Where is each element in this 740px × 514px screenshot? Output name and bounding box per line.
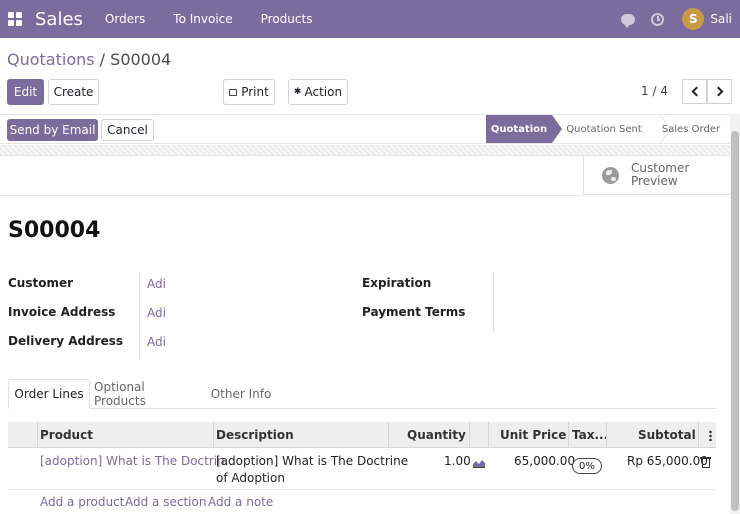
record-title: S00004: [8, 218, 101, 243]
row-product[interactable]: [adoption] What is The Doctrin...: [40, 454, 236, 468]
stage-separator: [646, 115, 656, 143]
avatar[interactable]: S: [682, 8, 705, 30]
expiration-label: Expiration: [362, 276, 432, 290]
row-quantity[interactable]: 1.00: [444, 454, 471, 468]
customer-label: Customer: [8, 276, 74, 290]
navbar-systray: S Sali: [621, 0, 740, 38]
column-separator: [488, 422, 489, 448]
forecast-chart-icon[interactable]: [473, 459, 485, 468]
sheet-background: [0, 145, 730, 155]
pager-value[interactable]: 1 / 4: [641, 84, 668, 98]
stage-quotation-sent[interactable]: Quotation Sent: [562, 115, 646, 143]
column-separator: [213, 422, 214, 448]
optional-columns-icon[interactable]: [709, 430, 712, 441]
menu-to-invoice[interactable]: To Invoice: [173, 12, 232, 26]
payment-terms-label: Payment Terms: [362, 305, 466, 319]
cancel-button[interactable]: Cancel: [101, 119, 154, 141]
column-separator: [388, 422, 389, 448]
field-divider: [139, 272, 140, 360]
create-button[interactable]: Create: [48, 79, 99, 105]
stage-quotation[interactable]: Quotation: [486, 115, 562, 143]
row-description-line-1[interactable]: [adoption] What is The Doctrine: [216, 454, 408, 468]
table-header: Product Description Quantity Unit Price …: [8, 422, 716, 448]
gear-icon: ✱: [293, 87, 302, 97]
column-separator: [698, 422, 699, 448]
column-taxes[interactable]: Tax...: [572, 422, 608, 448]
column-quantity[interactable]: Quantity: [407, 422, 466, 448]
column-subtotal[interactable]: Subtotal: [638, 422, 696, 448]
menu-products[interactable]: Products: [261, 12, 313, 26]
action-label: Action: [304, 85, 343, 99]
divider: [0, 195, 583, 196]
print-icon: [229, 88, 238, 96]
delivery-address-value[interactable]: Adi: [147, 335, 166, 349]
breadcrumb: Quotations / S00004: [7, 50, 171, 69]
breadcrumb-separator: /: [94, 50, 111, 69]
chevron-left-icon: [691, 86, 701, 97]
user-name[interactable]: Sali: [710, 12, 732, 26]
table-row[interactable]: [adoption] What is The Doctrin... [adopt…: [8, 448, 716, 490]
notebook-tabs: Order Lines Optional Products Other Info: [8, 379, 716, 409]
breadcrumb-current: S00004: [110, 50, 172, 69]
app-title[interactable]: Sales: [35, 9, 83, 30]
add-line-row: Add a product Add a section Add a note: [8, 491, 716, 514]
trash-icon[interactable]: [700, 457, 711, 468]
apps-menu-icon[interactable]: [8, 12, 22, 26]
globe-icon: [602, 166, 619, 184]
pager-next-button[interactable]: [707, 79, 732, 104]
column-separator: [469, 422, 470, 448]
customer-value[interactable]: Adi: [147, 277, 166, 291]
pager-previous-button[interactable]: [682, 79, 707, 104]
print-label: Print: [241, 85, 269, 99]
edit-button[interactable]: Edit: [7, 79, 44, 105]
column-product[interactable]: Product: [40, 422, 93, 448]
scrollbar-thumb[interactable]: [731, 131, 739, 511]
form-sheet: Customer Preview S00004 Customer Adi Inv…: [0, 155, 731, 514]
row-unit-price[interactable]: 65,000.00: [514, 454, 575, 468]
chat-icon[interactable]: [621, 13, 636, 28]
status-bar: Send by Email Cancel Quotation Quotation…: [0, 114, 730, 144]
send-by-email-button[interactable]: Send by Email: [7, 119, 98, 141]
row-subtotal: Rp 65,000.00: [627, 454, 708, 468]
add-section-link[interactable]: Add a section: [125, 495, 206, 509]
menu-orders[interactable]: Orders: [105, 12, 145, 26]
activity-clock-icon[interactable]: [651, 12, 665, 26]
stage-sales-order[interactable]: Sales Order: [656, 115, 726, 143]
top-navbar: Sales Orders To Invoice Products S Sali: [0, 0, 740, 38]
delivery-address-label: Delivery Address: [8, 334, 124, 348]
action-button[interactable]: ✱ Action: [288, 79, 348, 105]
tab-other-info[interactable]: Other Info: [206, 379, 276, 409]
print-button[interactable]: Print: [223, 79, 275, 105]
row-tax-badge[interactable]: 0%: [572, 458, 602, 474]
column-separator: [568, 422, 569, 448]
customer-preview-label: Customer Preview: [631, 161, 690, 188]
column-description[interactable]: Description: [216, 422, 294, 448]
field-divider: [493, 272, 494, 332]
invoice-address-value[interactable]: Adi: [147, 306, 166, 320]
customer-preview-button[interactable]: Customer Preview: [583, 156, 731, 195]
chevron-right-icon: [713, 86, 723, 97]
add-product-link[interactable]: Add a product: [40, 495, 124, 509]
row-description-line-2[interactable]: of Adoption: [216, 471, 285, 485]
add-note-link[interactable]: Add a note: [208, 495, 273, 509]
tab-optional-products[interactable]: Optional Products: [94, 379, 200, 409]
column-separator: [606, 422, 607, 448]
breadcrumb-quotations[interactable]: Quotations: [7, 50, 95, 69]
column-separator: [37, 422, 38, 448]
column-unit-price[interactable]: Unit Price: [500, 422, 566, 448]
tab-order-lines[interactable]: Order Lines: [8, 379, 90, 409]
invoice-address-label: Invoice Address: [8, 305, 116, 319]
